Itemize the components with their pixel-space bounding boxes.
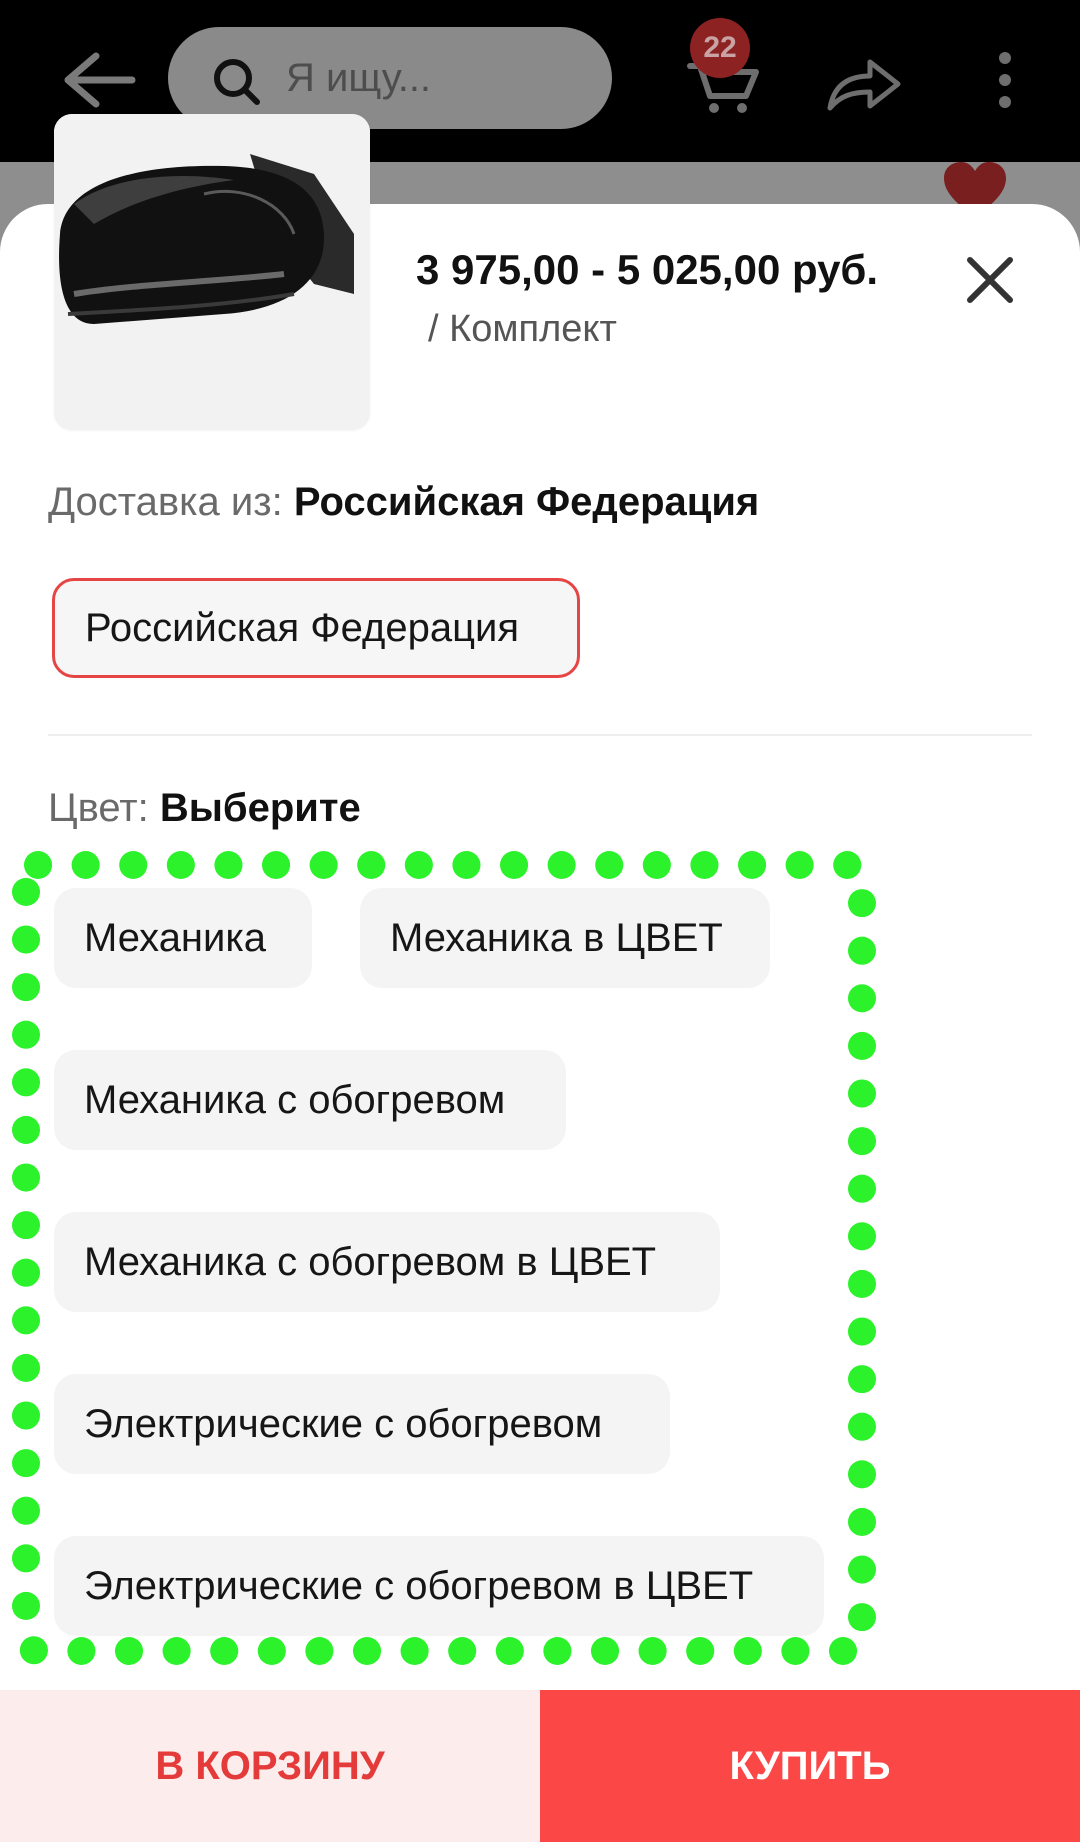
- color-line: Цвет: Выберите: [48, 786, 361, 831]
- color-option-electric-heated-painted[interactable]: Электрические с обогревом в ЦВЕТ: [54, 1536, 824, 1636]
- product-image: [54, 114, 370, 430]
- price-range: 3 975,00 - 5 025,00 руб.: [416, 246, 879, 293]
- color-option-electric-heated[interactable]: Электрические с обогревом: [54, 1374, 670, 1474]
- shipping-option-russia[interactable]: Российская Федерация: [52, 578, 580, 678]
- add-to-cart-button[interactable]: В КОРЗИНУ: [0, 1690, 540, 1842]
- search-placeholder: Я ищу...: [286, 56, 432, 100]
- search-icon: [214, 59, 260, 105]
- more-vertical-icon[interactable]: [996, 50, 1014, 110]
- cart-count-badge: 22: [690, 18, 750, 78]
- shipping-from-line: Доставка из: Российская Федерация: [48, 480, 759, 525]
- shipping-label: Доставка из:: [48, 480, 283, 524]
- color-label: Цвет:: [48, 786, 149, 830]
- color-option-mechanics[interactable]: Механика: [54, 888, 312, 988]
- color-option-mechanics-heated[interactable]: Механика с обогревом: [54, 1050, 566, 1150]
- price-unit: / Комплект: [428, 308, 617, 350]
- color-value: Выберите: [159, 786, 361, 830]
- section-divider: [48, 734, 1032, 736]
- shipping-value: Российская Федерация: [293, 480, 760, 524]
- car-mirror-image: [54, 114, 370, 430]
- product-options-screen: Я ищу... 22 3 975,00 - 5 025,00 руб. / К…: [0, 0, 1080, 1842]
- buy-now-button[interactable]: КУПИТЬ: [540, 1690, 1080, 1842]
- close-icon[interactable]: [962, 252, 1018, 308]
- share-icon[interactable]: [824, 54, 904, 114]
- color-option-mechanics-heated-painted[interactable]: Механика с обогревом в ЦВЕТ: [54, 1212, 720, 1312]
- color-option-mechanics-painted[interactable]: Механика в ЦВЕТ: [360, 888, 770, 988]
- back-arrow-icon[interactable]: [56, 48, 140, 112]
